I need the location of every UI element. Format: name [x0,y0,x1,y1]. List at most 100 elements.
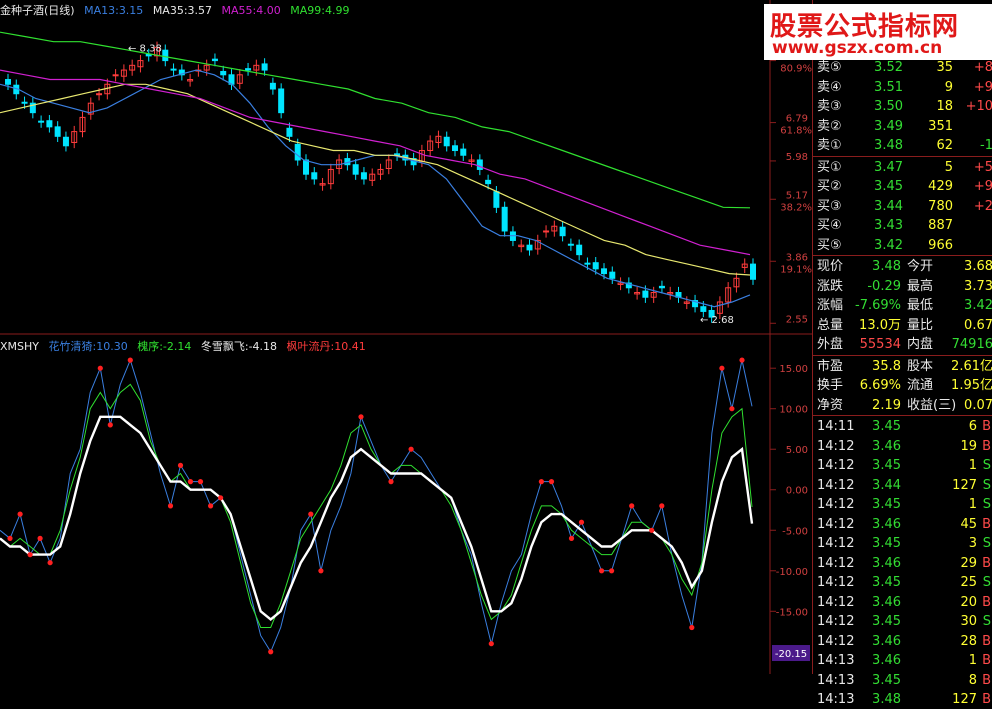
order-price: 3.49 [874,118,903,134]
tick-time: 14:12 [817,536,855,551]
fin-label: 净资 [817,397,844,413]
candle-body [452,145,458,152]
tick-side: B [982,633,991,649]
order-level-label: 卖② [817,118,842,134]
tick-volume: 28 [960,633,977,649]
quote-label: 涨跌 [817,278,844,294]
order-change: -1 [980,138,992,153]
divider [813,155,992,157]
candle-body [211,58,218,62]
signal-dot [719,365,725,371]
quote-value: 13.0万 [859,317,901,333]
signal-dot [548,479,555,485]
buy-level-row: 买④ 3.43 887 [813,216,992,235]
order-volume: 5 [944,159,953,175]
candle-body [559,226,566,237]
signal-dot [208,503,214,509]
series2-label: 槐序:-2.14 [137,340,192,353]
fin-value: 6.69% [859,378,901,393]
signal-dot [729,406,735,412]
tick-time: 14:12 [817,516,855,532]
signal-dot [358,414,364,420]
price-pct-label: 80.9% [780,64,812,75]
order-volume: 966 [928,237,953,253]
signal-dot [17,511,23,517]
fin-value: 0.07 [964,397,992,413]
tick-price: 3.45 [872,536,901,551]
tick-price: 3.45 [872,575,901,590]
signal-dot [177,462,184,468]
order-volume: 351 [928,118,953,134]
tick-time: 14:12 [817,594,855,610]
price-tick-label: 5.17 [786,190,808,201]
chart-canvas[interactable]: 8.1080.9%6.7961.8%5.985.1738.2%3.8619.1%… [0,0,812,674]
candle-body [352,164,359,175]
candle-body [526,244,533,251]
tick-time: 14:11 [817,419,855,434]
candle-body [584,262,591,265]
order-volume: 18 [936,99,953,114]
candle-body [54,126,61,137]
candle-body [38,120,45,123]
candle-body [311,172,318,180]
quote-label: 现价 [817,259,844,274]
signal-dot [568,535,575,542]
tick-side: B [982,653,991,668]
quote-row: 涨幅 -7.69% 最低 3.42 [813,296,992,315]
ma-line-ma55 [0,69,751,256]
signal-dot [578,519,585,525]
sell-level-row: 卖⑤ 3.52 35 +8 [813,58,992,77]
tick-side: S [982,458,991,473]
signal-dot [408,446,414,452]
fin-value: 1.95亿 [951,378,992,393]
tick-volume: 25 [960,575,977,590]
signal-dot [107,422,113,428]
tick-row: 14:13 3.48 127 B [813,690,992,709]
tick-row: 14:11 3.45 6 B [813,417,992,436]
tick-volume: 30 [960,614,977,629]
tick-price: 3.46 [872,594,901,610]
fin-row: 换手 6.69% 流通 1.95亿 [813,376,992,395]
candle-body [286,127,293,137]
price-legend: 金种子酒(日线) MA13:3.15 MA35:3.57 MA55:4.00 M… [0,2,355,18]
quote-value: 0.67 [964,317,992,333]
order-level-label: 卖① [817,138,842,153]
signal-dot [649,527,655,533]
tick-price: 3.45 [872,614,901,629]
sell-level-row: 卖④ 3.51 9 +9 [813,78,992,97]
quote-label: 最低 [907,298,934,313]
tick-row: 14:12 3.46 20 B [813,593,992,612]
order-level-label: 卖③ [817,99,842,114]
fin-label: 市盈 [817,358,844,374]
divider [813,415,992,416]
tick-row: 14:12 3.46 28 B [813,632,992,651]
price-tick-label: 2.55 [786,314,808,325]
tick-price: 3.45 [872,419,901,434]
candle-body [485,179,492,185]
tick-row: 14:12 3.46 29 B [813,554,992,573]
price-pct-label: 19.1% [780,264,812,275]
tick-volume: 29 [960,555,977,571]
chart-area[interactable]: 8.1080.9%6.7961.8%5.985.1738.2%3.8619.1%… [0,0,812,674]
quote-value: 55534 [859,337,901,352]
tick-time: 14:12 [817,633,855,649]
sell-level-row: 卖① 3.48 62 -1 [813,136,992,155]
tick-price: 3.46 [872,438,901,454]
candle-body [658,285,665,289]
buy-level-row: 买② 3.45 429 +9 [813,177,992,196]
tick-time: 14:12 [817,477,855,493]
signal-dot [127,357,133,363]
signal-dot [268,649,274,655]
fin-value: 2.61亿 [951,358,992,374]
indicator-tick-label: -5.00 [782,526,808,537]
tick-side: B [982,594,991,610]
quote-row: 外盘 55534 内盘 74916 [813,335,992,354]
indicator-tick-label: 5.00 [786,445,808,456]
candle-body [112,74,119,77]
indicator-tick-label: 15.00 [779,364,808,375]
candle-body [46,120,53,128]
ma99-label: MA99:4.99 [290,4,350,17]
quote-panel: 卖⑤ 3.52 35 +8 卖④ 3.51 9 +9 卖③ 3.50 18 +10 卖② 3.49 351 卖… [812,0,992,707]
candle-body [220,70,227,76]
tick-price: 3.46 [872,653,901,668]
